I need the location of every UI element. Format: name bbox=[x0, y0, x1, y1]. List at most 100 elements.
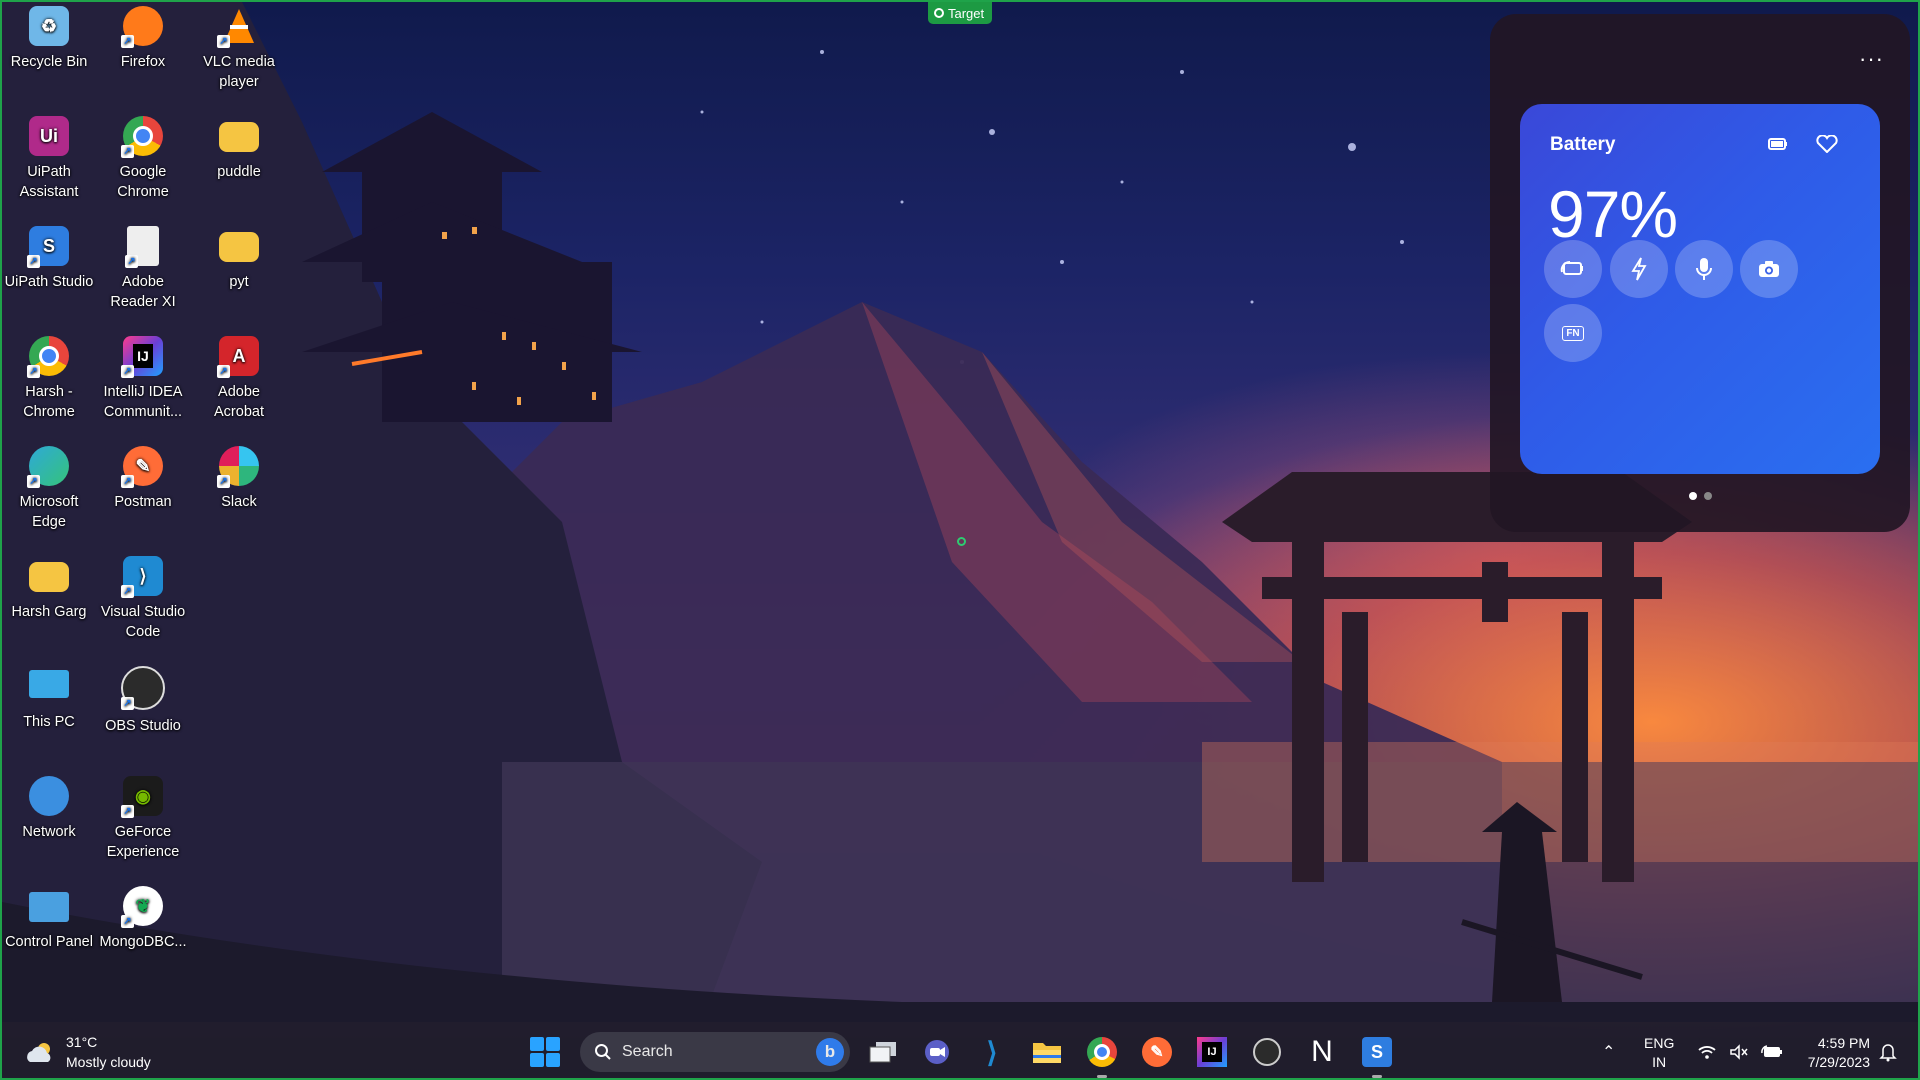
fn-lock-button[interactable]: FN bbox=[1544, 304, 1602, 362]
desktop-icon-vlc[interactable]: ↗ VLC media player bbox=[194, 6, 284, 106]
desktop-icon-label: Postman bbox=[114, 494, 172, 510]
desktop-icon-pyt[interactable]: pyt bbox=[194, 226, 284, 326]
weather-widget[interactable]: 31°C Mostly cloudy bbox=[24, 1032, 151, 1072]
power-mode-button[interactable] bbox=[1610, 240, 1668, 298]
monitor-icon bbox=[29, 670, 69, 698]
microphone-button[interactable] bbox=[1675, 240, 1733, 298]
firefox-icon: ↗ bbox=[121, 6, 163, 48]
battery-saver-button[interactable] bbox=[1544, 240, 1602, 298]
mongodb-icon: ❦ ↗ bbox=[121, 886, 163, 928]
document-icon: ↗ bbox=[125, 226, 159, 268]
desktop-icon-label: Microsoft Edge bbox=[19, 494, 79, 530]
vscode-icon: ⟩ bbox=[986, 1036, 998, 1068]
notifications-button[interactable] bbox=[1879, 1022, 1897, 1078]
battery-widget: ··· Battery 97% FN bbox=[1490, 14, 1910, 532]
desktop-icon-label: Control Panel bbox=[5, 934, 93, 950]
clock-date: 7/29/2023 bbox=[1807, 1054, 1870, 1070]
taskbar-clock[interactable]: 4:59 PM 7/29/2023 bbox=[1792, 1034, 1870, 1072]
slack-icon: ↗ bbox=[217, 446, 259, 488]
taskbar: 31°C Mostly cloudy Search b ⟩ ✎ IJ N S ⌃… bbox=[2, 1022, 1918, 1078]
edge-icon: ↗ bbox=[27, 446, 69, 488]
uipath-studio-taskbar-button[interactable]: S bbox=[1357, 1032, 1397, 1078]
battery-health-icon[interactable] bbox=[1814, 134, 1840, 154]
desktop-icon-label: Recycle Bin bbox=[10, 54, 88, 70]
desktop-icon-harsh-garg[interactable]: Harsh Garg bbox=[4, 556, 94, 656]
vscode-taskbar-button[interactable]: ⟩ bbox=[972, 1032, 1012, 1072]
uipath-assistant-icon: Ui bbox=[29, 116, 69, 156]
obs-taskbar-button[interactable] bbox=[1247, 1032, 1287, 1072]
running-indicator bbox=[1097, 1075, 1107, 1078]
cloudy-weather-icon bbox=[27, 1043, 51, 1062]
start-button[interactable] bbox=[530, 1037, 560, 1067]
desktop-icon-label: MongoDBC... bbox=[99, 934, 187, 950]
teams-chat-icon bbox=[925, 1040, 949, 1064]
page-dot-1[interactable] bbox=[1688, 492, 1697, 500]
microphone-icon bbox=[1696, 258, 1712, 280]
desktop-icon-mongodb[interactable]: ❦ ↗ MongoDBC... bbox=[98, 886, 188, 986]
postman-icon: ✎ bbox=[1142, 1037, 1172, 1067]
desktop-icon-slack[interactable]: ↗ Slack bbox=[194, 446, 284, 546]
desktop-icon-label: UiPath Studio bbox=[4, 274, 94, 290]
acrobat-icon: A ↗ bbox=[217, 336, 259, 378]
desktop-icon-label: IntelliJ IDEA Communit... bbox=[103, 384, 183, 420]
desktop-icon-puddle[interactable]: puddle bbox=[194, 116, 284, 216]
teams-chat-button[interactable] bbox=[917, 1032, 957, 1072]
uipath-studio-icon: S bbox=[1362, 1037, 1392, 1067]
battery-charging-icon bbox=[1761, 1045, 1782, 1057]
desktop-icon-intellij[interactable]: IJ ↗ IntelliJ IDEA Communit... bbox=[98, 336, 188, 436]
desktop-icon-label: puddle bbox=[217, 164, 261, 180]
desktop-icon-label: Adobe Acrobat bbox=[214, 384, 264, 420]
file-explorer-icon bbox=[1033, 1043, 1061, 1063]
chrome-taskbar-button[interactable] bbox=[1082, 1032, 1122, 1078]
input-language-indicator[interactable]: ENG IN bbox=[1644, 1034, 1674, 1072]
desktop-icon-label: Google Chrome bbox=[117, 164, 169, 200]
desktop-icon-vscode[interactable]: ⟩ ↗ Visual Studio Code bbox=[98, 556, 188, 656]
desktop-icon-this-pc[interactable]: This PC bbox=[4, 666, 94, 766]
notion-taskbar-button[interactable]: N bbox=[1302, 1032, 1342, 1072]
desktop-icon-uipath-studio[interactable]: S ↗ UiPath Studio bbox=[4, 226, 94, 326]
intellij-taskbar-button[interactable]: IJ bbox=[1192, 1032, 1232, 1072]
region-code: IN bbox=[1652, 1054, 1667, 1070]
camera-button[interactable] bbox=[1740, 240, 1798, 298]
chevron-up-icon: ⌃ bbox=[1602, 1044, 1616, 1061]
desktop-icon-label: Network bbox=[22, 824, 76, 840]
desktop-icon-control-panel[interactable]: Control Panel bbox=[4, 886, 94, 986]
desktop-icon-adobe-reader[interactable]: ↗ Adobe Reader XI bbox=[98, 226, 188, 326]
desktop-icon-uipath-assistant[interactable]: Ui UiPath Assistant bbox=[4, 116, 94, 216]
postman-taskbar-button[interactable]: ✎ bbox=[1137, 1032, 1177, 1072]
running-indicator bbox=[1372, 1075, 1382, 1078]
desktop-icon-geforce[interactable]: ◉ ↗ GeForce Experience bbox=[98, 776, 188, 876]
desktop[interactable]: Target ♻ Recycle Bin ↗ Firefox ↗ VLC med… bbox=[0, 0, 1920, 1080]
desktop-icon-firefox[interactable]: ↗ Firefox bbox=[98, 6, 188, 106]
desktop-icon-google-chrome[interactable]: ↗ Google Chrome bbox=[98, 116, 188, 216]
desktop-icon-postman[interactable]: ✎ ↗ Postman bbox=[98, 446, 188, 546]
file-explorer-button[interactable] bbox=[1027, 1032, 1067, 1072]
vscode-icon: ⟩ ↗ bbox=[121, 556, 163, 598]
battery-card: Battery 97% FN bbox=[1520, 104, 1880, 474]
desktop-icon-label: Visual Studio Code bbox=[100, 604, 186, 640]
taskbar-search[interactable]: Search b bbox=[580, 1032, 850, 1072]
folder-icon bbox=[29, 562, 69, 592]
desktop-icon-label: OBS Studio bbox=[105, 718, 181, 734]
bing-icon[interactable]: b bbox=[816, 1038, 844, 1066]
desktop-icon-microsoft-edge[interactable]: ↗ Microsoft Edge bbox=[4, 446, 94, 546]
desktop-icon-recycle-bin[interactable]: ♻ Recycle Bin bbox=[4, 6, 94, 106]
task-view-button[interactable] bbox=[863, 1032, 903, 1072]
desktop-icon-adobe-acrobat[interactable]: A ↗ Adobe Acrobat bbox=[194, 336, 284, 436]
battery-charge-icon[interactable] bbox=[1764, 134, 1790, 154]
page-dot-2[interactable] bbox=[1703, 492, 1712, 500]
desktop-icon-network[interactable]: Network bbox=[4, 776, 94, 876]
intellij-icon: IJ bbox=[1197, 1037, 1227, 1067]
network-icon bbox=[29, 776, 69, 816]
desktop-icon-obs-studio[interactable]: ↗ OBS Studio bbox=[98, 666, 188, 766]
cursor-indicator bbox=[957, 537, 966, 546]
system-tray-quick-settings[interactable] bbox=[1697, 1022, 1783, 1078]
wifi-icon bbox=[1698, 1046, 1716, 1059]
vlc-icon: ↗ bbox=[217, 6, 259, 48]
target-label: Target bbox=[948, 5, 985, 21]
desktop-icon-harsh-chrome[interactable]: ↗ Harsh - Chrome bbox=[4, 336, 94, 436]
show-hidden-icons-button[interactable]: ⌃ bbox=[1602, 1022, 1616, 1078]
desktop-icon-label: Harsh Garg bbox=[11, 604, 87, 620]
intellij-icon: IJ ↗ bbox=[121, 336, 163, 378]
more-options-icon[interactable]: ··· bbox=[1859, 48, 1884, 70]
